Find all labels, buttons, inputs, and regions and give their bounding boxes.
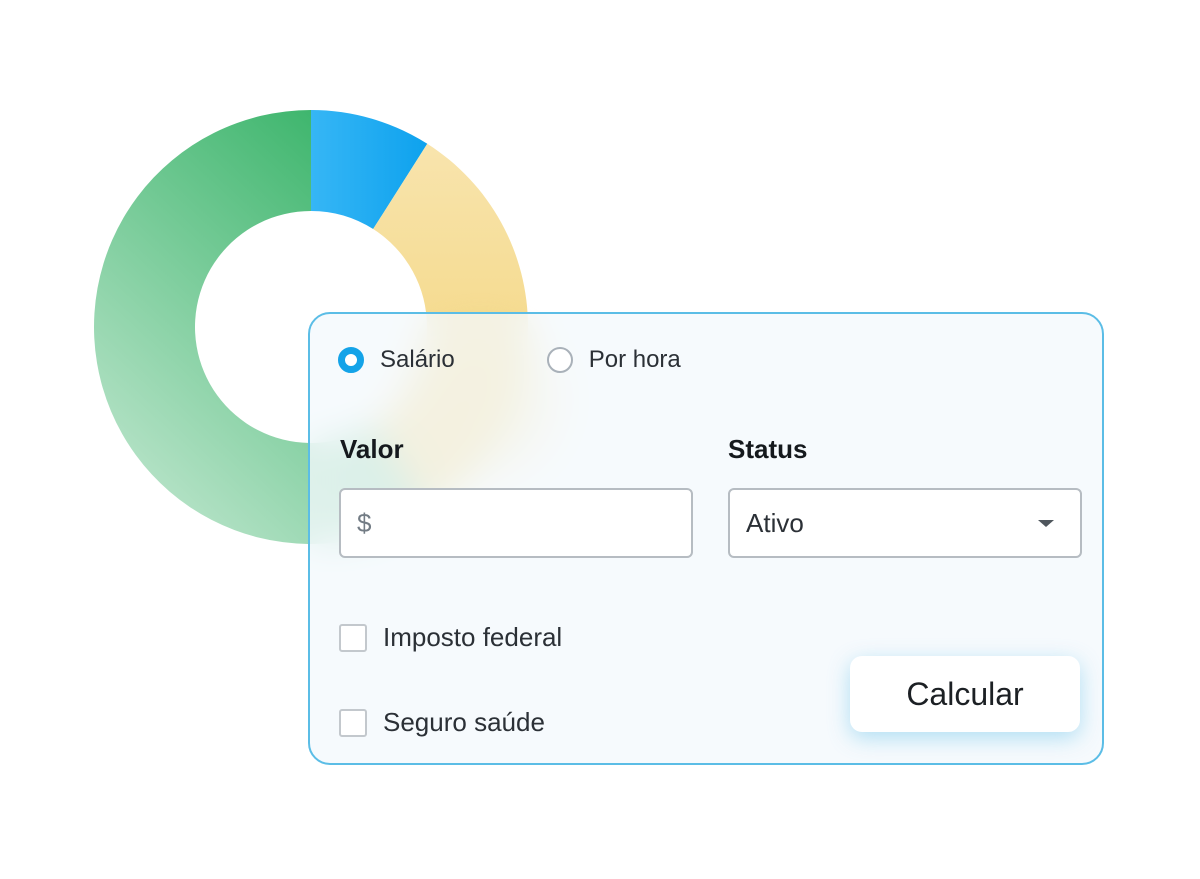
currency-prefix: $ xyxy=(357,507,372,538)
status-select[interactable]: Ativo xyxy=(728,488,1082,558)
checkbox-imposto-federal[interactable] xyxy=(339,623,367,652)
valor-field[interactable]: $ xyxy=(339,488,693,558)
radio-option-por-hora[interactable]: Por hora xyxy=(546,346,681,374)
valor-input[interactable] xyxy=(379,508,664,538)
chevron-down-icon[interactable] xyxy=(1038,520,1054,527)
checkbox-seguro-saude[interactable] xyxy=(339,708,367,737)
salary-calculator-card: Salário Por hora Valor Status $ Ativo Im… xyxy=(308,312,1104,765)
radio-label-salario: Salário xyxy=(380,346,455,373)
radio-button-salario[interactable] xyxy=(338,347,364,373)
checkbox-row-seguro-saude[interactable]: Seguro saúde xyxy=(339,707,545,738)
pay-type-radio-group: Salário Por hora xyxy=(338,346,681,374)
checkbox-label-imposto-federal: Imposto federal xyxy=(383,622,563,652)
radio-label-por-hora: Por hora xyxy=(588,346,681,373)
radio-option-salario[interactable]: Salário xyxy=(338,346,455,374)
status-selected-value: Ativo xyxy=(746,507,804,538)
radio-button-por-hora[interactable] xyxy=(546,347,573,373)
valor-label: Valor xyxy=(340,434,404,464)
calculate-button[interactable]: Calcular xyxy=(850,656,1080,732)
checkbox-row-imposto-federal[interactable]: Imposto federal xyxy=(339,622,562,653)
status-label: Status xyxy=(728,434,808,464)
checkbox-label-seguro-saude: Seguro saúde xyxy=(383,707,545,737)
